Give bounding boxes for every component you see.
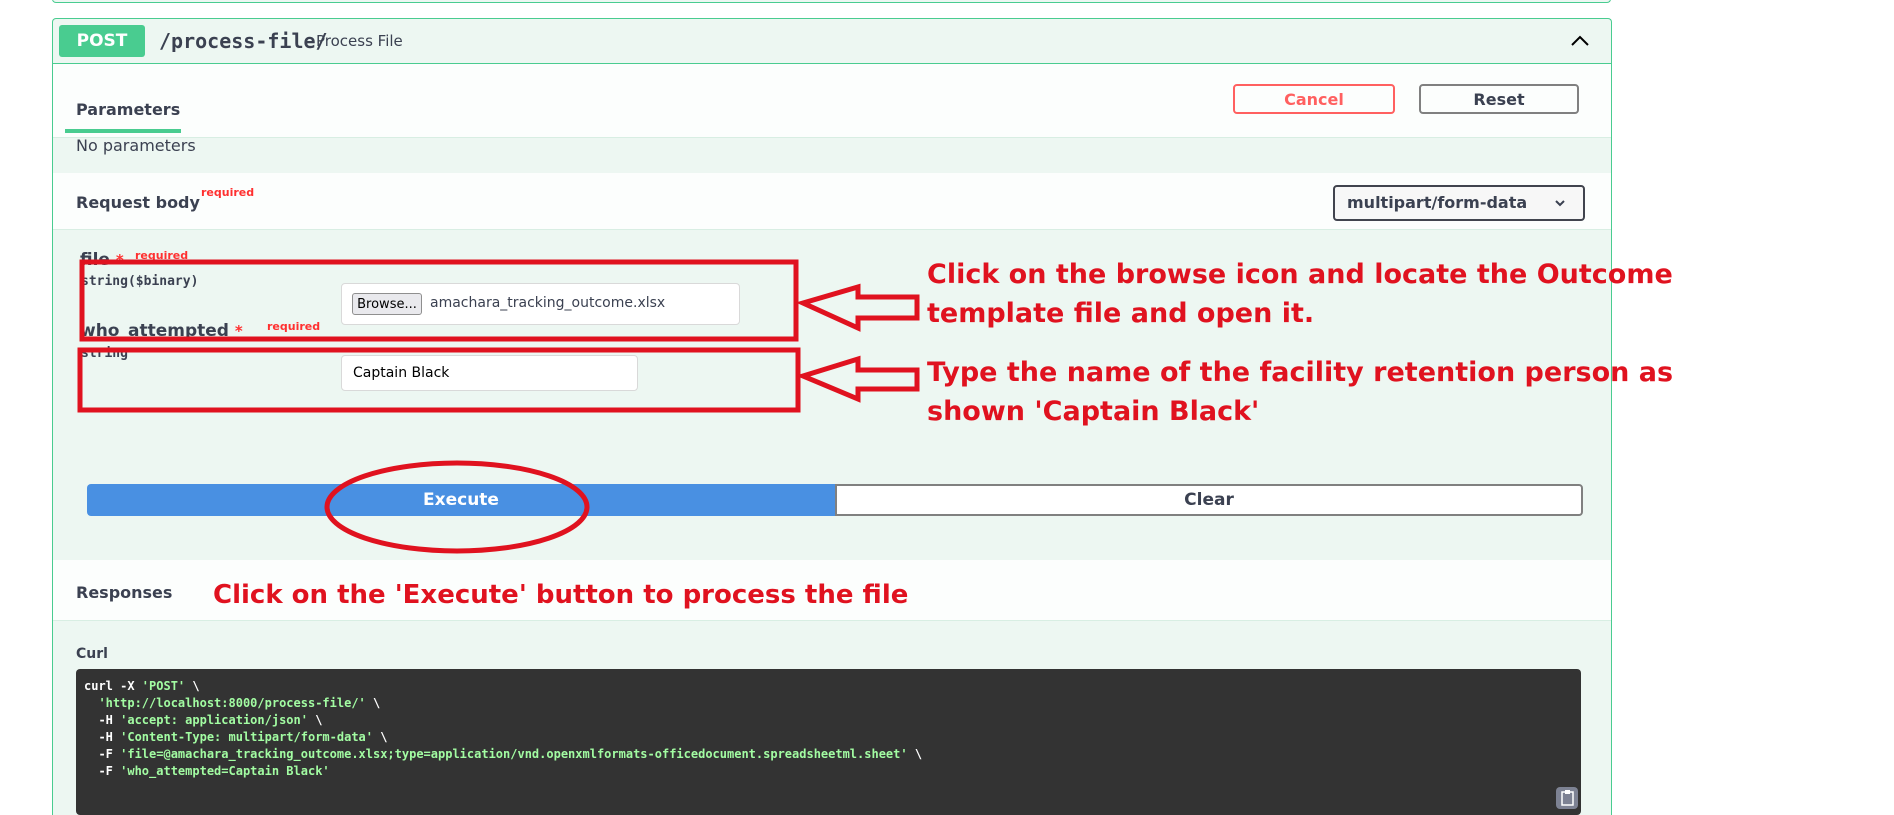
previous-operation-block (52, 0, 1611, 3)
request-body-required: required (201, 186, 255, 199)
who-attempted-field-name: who_attempted (80, 321, 229, 341)
execute-annotation: Click on the 'Execute' button to process… (213, 580, 909, 610)
name-annotation: Type the name of the facility retention … (927, 357, 1674, 427)
operation-path: /process-file/ (159, 29, 328, 53)
file-field-type: string($binary) (81, 274, 199, 289)
operation-summary-text: Process File (316, 32, 403, 50)
request-body-title: Request body (76, 193, 200, 212)
curl-label: Curl (76, 646, 108, 662)
who-attempted-field-type: string (81, 346, 128, 361)
file-field-label: file * (80, 250, 124, 270)
reset-button[interactable]: Reset (1419, 84, 1579, 114)
content-type-value: multipart/form-data (1347, 193, 1528, 212)
tab-underline (65, 129, 181, 133)
curl-line: 'http://localhost:8000/process-file/' \ (98, 696, 381, 710)
chevron-down-icon (1555, 200, 1565, 207)
tab-parameters[interactable]: Parameters (76, 100, 180, 119)
file-field-required: required (135, 249, 189, 262)
curl-line: -H 'accept: application/json' \ (84, 713, 323, 727)
parameters-header: Parameters Cancel Reset (53, 64, 1611, 138)
responses-title: Responses (76, 583, 173, 602)
curl-line: curl -X 'POST' \ (84, 679, 200, 693)
curl-line: -H 'Content-Type: multipart/form-data' \ (84, 730, 388, 744)
cancel-button[interactable]: Cancel (1233, 84, 1395, 114)
chevron-up-icon[interactable] (1568, 29, 1592, 53)
request-body-header: Request body required multipart/form-dat… (53, 173, 1611, 230)
curl-line: -F 'file=@amachara_tracking_outcome.xlsx… (84, 747, 923, 761)
who-attempted-field-label: who_attempted * (80, 321, 243, 341)
execute-button[interactable]: Execute (87, 484, 835, 516)
required-star: * (115, 251, 124, 269)
no-parameters-text: No parameters (76, 136, 196, 155)
operation-summary[interactable]: POST /process-file/ Process File (53, 19, 1611, 64)
browse-annotation: Click on the browse icon and locate the … (927, 259, 1673, 329)
curl-line: -F 'who_attempted=Captain Black' (84, 764, 330, 778)
required-star: * (234, 322, 243, 340)
who-attempted-input[interactable] (341, 355, 638, 391)
copy-icon[interactable] (1556, 787, 1578, 809)
file-field-name: file (80, 250, 110, 270)
file-input[interactable]: Browse... amachara_tracking_outcome.xlsx (341, 283, 740, 325)
content-type-select[interactable]: multipart/form-data (1333, 185, 1585, 221)
curl-code-block: curl -X 'POST' \ 'http://localhost:8000/… (76, 669, 1581, 815)
selected-file-name: amachara_tracking_outcome.xlsx (430, 295, 666, 311)
method-badge: POST (59, 25, 145, 57)
browse-button[interactable]: Browse... (352, 293, 422, 315)
clear-button[interactable]: Clear (835, 484, 1583, 516)
who-attempted-field-required: required (267, 320, 321, 333)
